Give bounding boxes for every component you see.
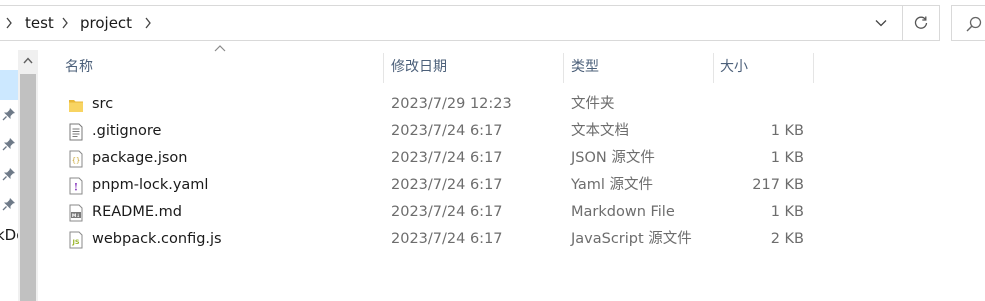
chevron-up-icon [23,56,33,63]
file-row[interactable]: ! pnpm-lock.yaml 2023/7/24 6:17 Yaml 源文件… [38,172,985,199]
breadcrumb-item-test[interactable]: test [25,6,54,40]
folder-icon [69,100,83,112]
nav-item-label[interactable]: kDo [0,226,18,244]
file-name: README.md [92,204,182,220]
search-input[interactable] [951,5,985,41]
history-dropdown-button[interactable] [866,6,896,40]
text-file-icon [69,123,83,141]
nav-selected-item[interactable] [0,70,18,100]
file-name: webpack.config.js [92,231,222,247]
file-name: src [92,96,114,112]
svg-text:{}: {} [72,157,80,165]
address-box[interactable]: test project [0,5,940,41]
svg-text:M↓: M↓ [72,213,80,219]
file-size: 2 KB [770,231,804,247]
yaml-file-icon: ! [69,177,83,195]
file-name: .gitignore [92,123,162,139]
file-date: 2023/7/29 12:23 [391,96,512,112]
file-row[interactable]: {} package.json 2023/7/24 6:17 JSON 源文件 … [38,145,985,172]
column-header-size[interactable]: 大小 [693,50,813,84]
chevron-right-icon[interactable] [58,6,72,40]
address-bar: test project [0,0,985,44]
column-header-name[interactable]: 名称 [38,50,383,84]
pin-icon[interactable] [2,137,16,151]
file-type: 文件夹 [571,96,615,112]
scroll-up-button[interactable] [18,50,38,70]
svg-text:!: ! [74,183,78,194]
chevron-right-icon[interactable] [141,6,155,40]
file-size: 1 KB [770,123,804,139]
javascript-file-icon: JS [69,231,83,249]
file-size: 1 KB [770,204,804,220]
file-row[interactable]: .gitignore 2023/7/24 6:17 文本文档 1 KB [38,118,985,145]
pin-icon[interactable] [2,107,16,121]
file-type: JSON 源文件 [571,150,655,166]
file-date: 2023/7/24 6:17 [391,123,503,139]
nav-scrollbar[interactable] [18,50,38,301]
chevron-right-icon[interactable] [2,6,16,40]
column-header-date-modified[interactable]: 修改日期 [364,50,544,84]
file-type: 文本文档 [571,123,629,139]
file-row[interactable]: M↓ README.md 2023/7/24 6:17 Markdown Fil… [38,199,985,226]
refresh-icon [914,16,928,29]
column-header-type[interactable]: 类型 [544,50,694,84]
file-type: JavaScript 源文件 [571,231,692,247]
file-type: Markdown File [571,204,675,220]
file-date: 2023/7/24 6:17 [391,231,503,247]
file-name: pnpm-lock.yaml [92,177,209,193]
file-date: 2023/7/24 6:17 [391,204,503,220]
column-divider[interactable] [813,53,814,83]
breadcrumb-item-project[interactable]: project [80,6,132,40]
file-row[interactable]: JS webpack.config.js 2023/7/24 6:17 Java… [38,226,985,253]
pin-icon[interactable] [2,197,16,211]
file-size [698,91,804,118]
file-date: 2023/7/24 6:17 [391,150,503,166]
scroll-thumb[interactable] [20,74,36,301]
search-icon [966,16,982,32]
navigation-pane: kDo [0,44,38,301]
file-type: Yaml 源文件 [571,177,654,193]
svg-text:JS: JS [71,238,79,246]
column-header-row: 名称 修改日期 类型 大小 [38,45,985,84]
file-size: 217 KB [752,177,804,193]
pin-icon[interactable] [2,167,16,181]
refresh-button[interactable] [902,6,939,40]
file-size: 1 KB [770,150,804,166]
chevron-down-icon [875,20,887,27]
markdown-file-icon: M↓ [69,204,83,222]
json-file-icon: {} [69,150,83,168]
file-date: 2023/7/24 6:17 [391,177,503,193]
file-name: package.json [92,150,188,166]
file-row[interactable]: src 2023/7/29 12:23 文件夹 [38,91,985,118]
